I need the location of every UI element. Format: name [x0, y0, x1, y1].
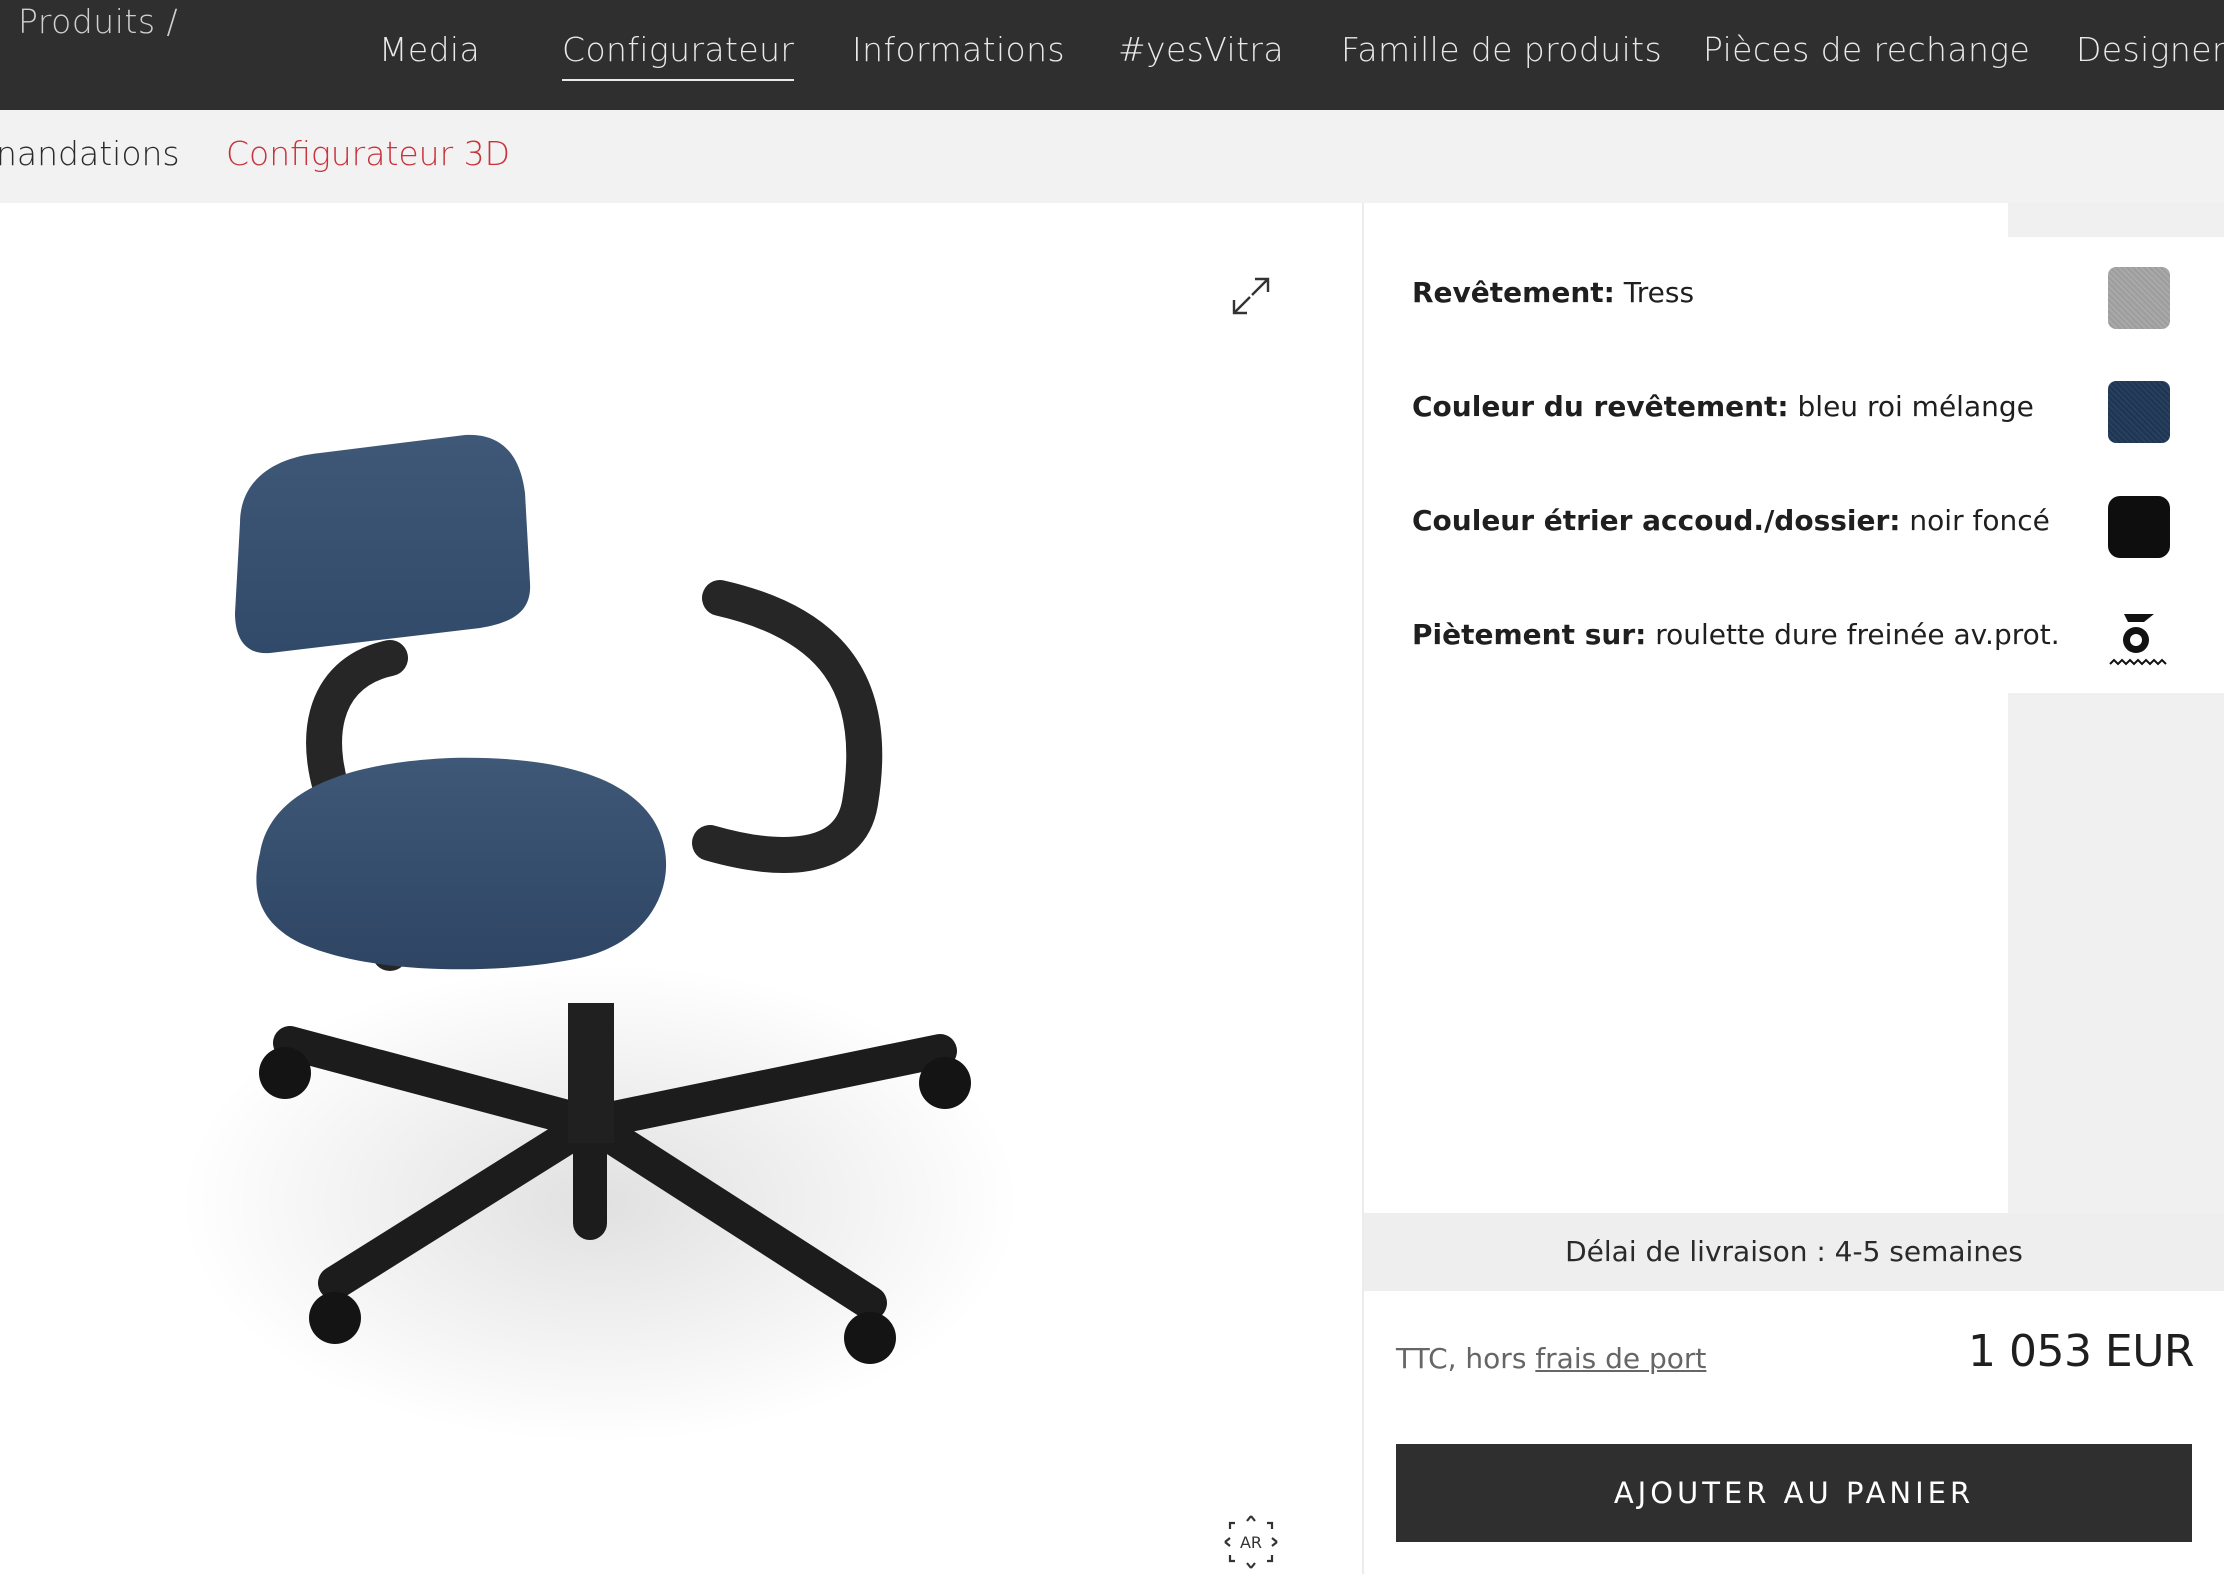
nav-item-media[interactable]: Media — [379, 30, 480, 69]
option-label: Couleur du revêtement: — [1412, 390, 1789, 423]
product-price: 1 053 EUR — [1967, 1326, 2195, 1377]
option-label: Couleur étrier accoud./dossier: — [1412, 504, 1901, 537]
nav-item-designer[interactable]: Designer — [2076, 30, 2224, 69]
nav-item-yesvitra[interactable]: #yesVitra — [1118, 30, 1284, 69]
product-3d-viewer[interactable]: AR — [0, 203, 1362, 1574]
option-couleur-etrier[interactable]: Couleur étrier accoud./dossier: noir fon… — [1412, 504, 2132, 537]
blue-fabric-swatch[interactable] — [2108, 381, 2170, 443]
top-navigation: Produits / Media Configurateur Informati… — [0, 0, 2224, 110]
option-value: bleu roi mélange — [1797, 390, 2034, 423]
nav-item-informations[interactable]: Informations — [852, 30, 1065, 69]
add-to-cart-button[interactable]: AJOUTER AU PANIER — [1396, 1444, 2192, 1542]
chair-3d-model[interactable] — [180, 383, 1080, 1483]
option-label: Piètement sur: — [1412, 618, 1647, 651]
shipping-costs-link[interactable]: frais de port — [1535, 1342, 1706, 1375]
ar-label: AR — [1240, 1533, 1262, 1552]
option-pietement[interactable]: Piètement sur: roulette dure freinée av.… — [1412, 618, 2132, 651]
breadcrumb[interactable]: Produits / — [18, 2, 178, 41]
subnav-item-recommandations[interactable]: nandations — [0, 134, 180, 173]
price-note: TTC, hors frais de port — [1396, 1342, 1706, 1375]
black-color-swatch[interactable] — [2108, 496, 2170, 558]
nav-item-pieces-de-rechange[interactable]: Pièces de rechange — [1703, 30, 2030, 69]
panel-divider — [1362, 203, 1364, 1574]
option-revetement[interactable]: Revêtement: Tress — [1412, 276, 2132, 309]
nav-item-famille-de-produits[interactable]: Famille de produits — [1341, 30, 1662, 69]
expand-icon[interactable] — [1228, 273, 1274, 319]
price-note-prefix: TTC, hors — [1396, 1342, 1527, 1375]
delivery-time: Délai de livraison : 4-5 semaines — [1364, 1213, 2224, 1291]
option-value: Tress — [1623, 276, 1695, 309]
option-couleur-revetement[interactable]: Couleur du revêtement: bleu roi mélange — [1412, 390, 2132, 423]
caster-icon[interactable] — [2108, 606, 2170, 668]
ar-icon[interactable]: AR — [1222, 1513, 1280, 1571]
nav-item-configurateur[interactable]: Configurateur — [562, 30, 795, 81]
subnav-item-configurateur-3d[interactable]: Configurateur 3D — [226, 134, 510, 173]
option-value: roulette dure freinée av.prot. — [1655, 618, 2060, 651]
grey-fabric-swatch[interactable] — [2108, 267, 2170, 329]
option-label: Revêtement: — [1412, 276, 1615, 309]
sub-navigation: nandations Configurateur 3D — [0, 110, 2224, 203]
option-value: noir foncé — [1909, 504, 2050, 537]
